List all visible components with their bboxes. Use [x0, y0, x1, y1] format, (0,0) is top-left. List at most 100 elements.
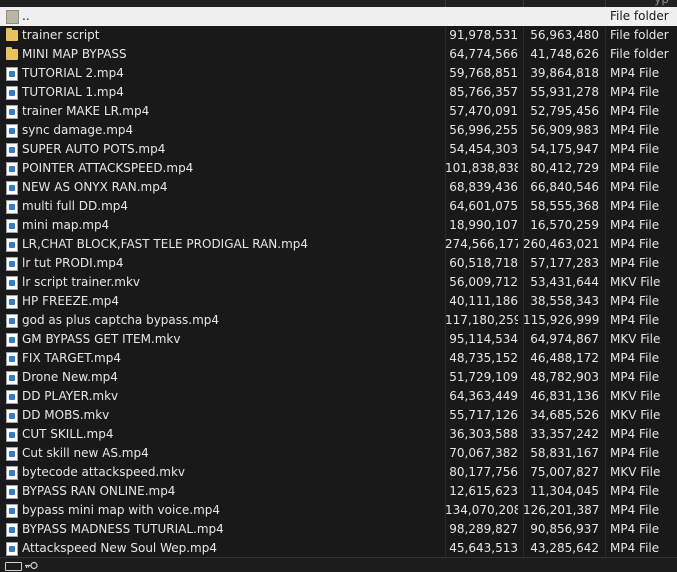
- drive-icon[interactable]: [5, 562, 22, 571]
- file-row[interactable]: BYPASS RAN ONLINE.mp4 12,615,623 11,304,04…: [0, 482, 677, 501]
- file-row[interactable]: MINI MAP BYPASS 64,774,566 41,748,626 File …: [0, 45, 677, 64]
- video-file-icon: [6, 67, 18, 81]
- file-type: MP4 File: [610, 313, 660, 327]
- file-type: MP4 File: [610, 256, 660, 270]
- file-name: lr tut PRODI.mp4: [22, 256, 124, 270]
- file-type: File folder: [610, 47, 669, 61]
- file-size: 98,289,827: [449, 522, 518, 536]
- file-type: MP4 File: [610, 351, 660, 365]
- file-row[interactable]: NEW AS ONYX RAN.mp4 68,839,436 66,840,546 M…: [0, 178, 677, 197]
- video-file-icon: [6, 485, 18, 499]
- file-row[interactable]: DD MOBS.mkv 55,717,126 34,685,526 MKV File: [0, 406, 677, 425]
- packed-size: 64,974,867: [530, 332, 599, 346]
- name-cell: DD MOBS.mkv: [0, 406, 445, 425]
- name-cell: Cut skill new AS.mp4: [0, 444, 445, 463]
- file-name: NEW AS ONYX RAN.mp4: [22, 180, 168, 194]
- file-row[interactable]: FIX TARGET.mp4 48,735,152 46,488,172 MP4 Fi…: [0, 349, 677, 368]
- file-row[interactable]: HP FREEZE.mp4 40,111,186 38,558,343 MP4 Fil…: [0, 292, 677, 311]
- file-row[interactable]: bypass mini map with voice.mp4 134,070,20…: [0, 501, 677, 520]
- packed-size: 43,285,642: [530, 541, 599, 555]
- file-row[interactable]: lr script trainer.mkv 56,009,712 53,431,64…: [0, 273, 677, 292]
- file-size: 40,111,186: [449, 294, 518, 308]
- column-header-hint: yp: [654, 0, 669, 6]
- name-cell: GM BYPASS GET ITEM.mkv: [0, 330, 445, 349]
- packed-size: 38,558,343: [530, 294, 599, 308]
- file-row[interactable]: TUTORIAL 1.mp4 85,766,357 55,931,278 MP4 Fi…: [0, 83, 677, 102]
- file-name: lr script trainer.mkv: [22, 275, 141, 289]
- name-cell: ..: [0, 7, 445, 26]
- file-size: 56,996,255: [449, 123, 518, 137]
- video-file-icon: [6, 504, 18, 518]
- file-size: 91,978,531: [449, 28, 518, 42]
- name-cell: lr script trainer.mkv: [0, 273, 445, 292]
- name-cell: bypass mini map with voice.mp4: [0, 501, 445, 520]
- file-row[interactable]: multi full DD.mp4 64,601,075 58,555,368 MP4…: [0, 197, 677, 216]
- name-cell: BYPASS RAN ONLINE.mp4: [0, 482, 445, 501]
- file-type: MKV File: [610, 408, 661, 422]
- video-file-icon: [6, 409, 18, 423]
- name-cell: HP FREEZE.mp4: [0, 292, 445, 311]
- video-file-icon: [6, 333, 18, 347]
- file-row[interactable]: trainer MAKE LR.mp4 57,470,091 52,795,456 M…: [0, 102, 677, 121]
- key-icon[interactable]: [24, 561, 38, 570]
- file-row[interactable]: Drone New.mp4 51,729,109 48,782,903 MP4 Fil…: [0, 368, 677, 387]
- packed-size: 34,685,526: [530, 408, 599, 422]
- column-divider[interactable]: [605, 0, 606, 7]
- file-row[interactable]: mini map.mp4 18,990,107 16,570,259 MP4 File: [0, 216, 677, 235]
- file-row[interactable]: god as plus captcha bypass.mp4 117,180,25…: [0, 311, 677, 330]
- file-name: POINTER ATTACKSPEED.mp4: [22, 161, 194, 175]
- file-row[interactable]: Attackspeed New Soul Wep.mp4 45,643,513 43…: [0, 539, 677, 558]
- status-bar: [0, 557, 677, 572]
- column-divider[interactable]: [523, 0, 524, 7]
- packed-size: 55,931,278: [530, 85, 599, 99]
- packed-size: 75,007,827: [530, 465, 599, 479]
- file-row[interactable]: DD PLAYER.mkv 64,363,449 46,831,136 MKV Fil…: [0, 387, 677, 406]
- name-cell: bytecode attackspeed.mkv: [0, 463, 445, 482]
- parent-folder-row[interactable]: .. File folder: [0, 7, 677, 26]
- packed-size: 39,864,818: [530, 66, 599, 80]
- file-list-window: yp .. File folder trainer script 91,978,5…: [0, 0, 677, 572]
- packed-size: 126,201,387: [523, 503, 599, 517]
- video-file-icon: [6, 523, 18, 537]
- video-file-icon: [6, 105, 18, 119]
- file-size: 70,067,382: [449, 446, 518, 460]
- file-row[interactable]: Cut skill new AS.mp4 70,067,382 58,831,167…: [0, 444, 677, 463]
- name-cell: TUTORIAL 1.mp4: [0, 83, 445, 102]
- file-row[interactable]: bytecode attackspeed.mkv 80,177,756 75,007…: [0, 463, 677, 482]
- file-size: 95,114,534: [449, 332, 518, 346]
- file-type: MKV File: [610, 465, 661, 479]
- column-divider[interactable]: [445, 0, 446, 7]
- file-row[interactable]: BYPASS MADNESS TUTURIAL.mp4 98,289,827 90,…: [0, 520, 677, 539]
- packed-size: 54,175,947: [530, 142, 599, 156]
- file-row[interactable]: sync damage.mp4 56,996,255 56,909,983 MP4 F…: [0, 121, 677, 140]
- packed-size: 16,570,259: [530, 218, 599, 232]
- file-type: MP4 File: [610, 370, 660, 384]
- name-cell: Drone New.mp4: [0, 368, 445, 387]
- file-name: CUT SKILL.mp4: [22, 427, 114, 441]
- file-row[interactable]: TUTORIAL 2.mp4 59,768,851 39,864,818 MP4 Fi…: [0, 64, 677, 83]
- file-type: MP4 File: [610, 180, 660, 194]
- file-row[interactable]: trainer script 91,978,531 56,963,480 File f…: [0, 26, 677, 45]
- file-row[interactable]: lr tut PRODI.mp4 60,518,718 57,177,283 MP4 …: [0, 254, 677, 273]
- file-name: Cut skill new AS.mp4: [22, 446, 149, 460]
- file-row[interactable]: SUPER AUTO POTS.mp4 54,454,303 54,175,947 M…: [0, 140, 677, 159]
- video-file-icon: [6, 314, 18, 328]
- name-cell: TUTORIAL 2.mp4: [0, 64, 445, 83]
- file-size: 134,070,208: [445, 503, 518, 517]
- folder-icon: [6, 28, 18, 41]
- file-row[interactable]: LR,CHAT BLOCK,FAST TELE PRODIGAL RAN.mp4…: [0, 235, 677, 254]
- file-name: DD MOBS.mkv: [22, 408, 110, 422]
- file-name: Drone New.mp4: [22, 370, 118, 384]
- file-type: MP4 File: [610, 199, 660, 213]
- file-type: MP4 File: [610, 218, 660, 232]
- packed-size: 33,357,242: [530, 427, 599, 441]
- file-type: MP4 File: [610, 161, 660, 175]
- file-row[interactable]: POINTER ATTACKSPEED.mp4 101,838,838 80,412…: [0, 159, 677, 178]
- file-name: MINI MAP BYPASS: [22, 47, 127, 61]
- packed-size: 53,431,644: [530, 275, 599, 289]
- file-row[interactable]: CUT SKILL.mp4 36,303,588 33,357,242 MP4 Fil…: [0, 425, 677, 444]
- file-row[interactable]: GM BYPASS GET ITEM.mkv 95,114,534 64,974,8…: [0, 330, 677, 349]
- file-name: trainer MAKE LR.mp4: [22, 104, 150, 118]
- video-file-icon: [6, 466, 18, 480]
- file-name: bytecode attackspeed.mkv: [22, 465, 186, 479]
